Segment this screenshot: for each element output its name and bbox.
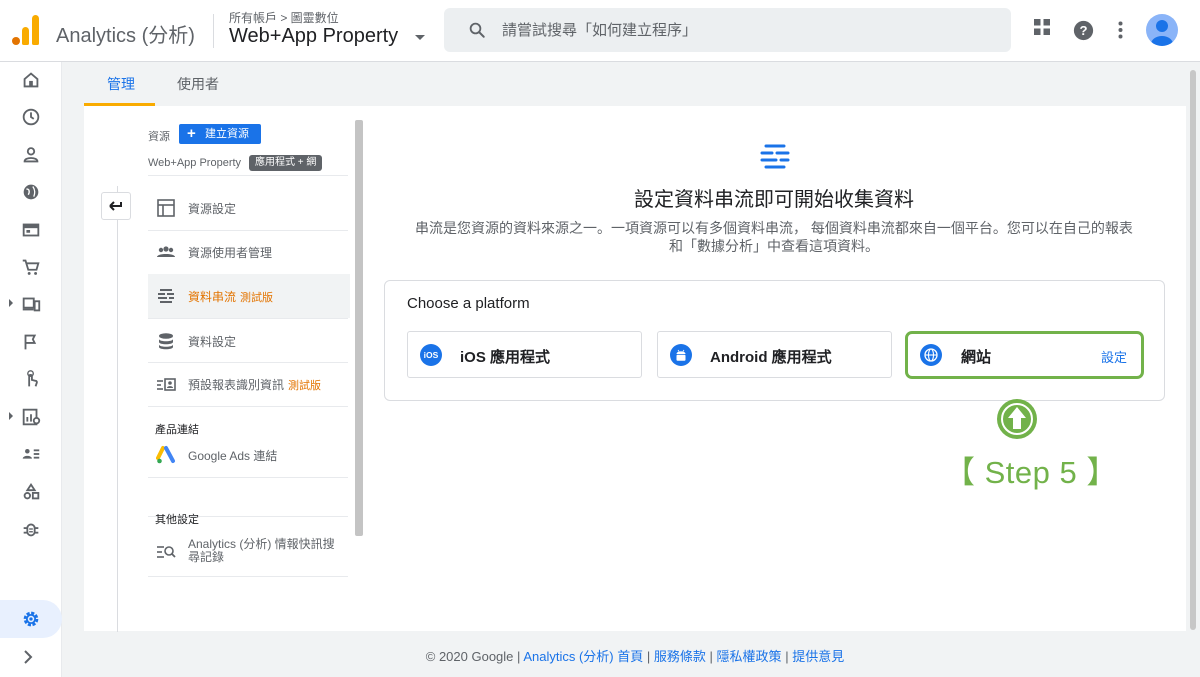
- nav-label: 預設報表識別資訊 測試版: [188, 378, 322, 392]
- debug-icon[interactable]: [20, 518, 42, 540]
- nav-label: Analytics (分析) 情報快訊搜 尋記錄: [188, 537, 335, 564]
- column-scrollbar[interactable]: [355, 120, 363, 536]
- nav-item-google-ads-links[interactable]: Google Ads 連結: [148, 433, 350, 477]
- page-scrollbar-thumb[interactable]: [1190, 70, 1196, 630]
- realtime-clock-icon[interactable]: [20, 106, 42, 128]
- setup-link[interactable]: 設定: [1101, 347, 1127, 366]
- ios-icon: iOS: [420, 344, 442, 366]
- separator: [148, 406, 348, 407]
- tab-user[interactable]: 使用者: [177, 74, 219, 94]
- platform-ios-button[interactable]: iOS iOS 應用程式: [407, 331, 642, 378]
- back-button[interactable]: [101, 192, 131, 220]
- nav-item-property-settings[interactable]: 資源設定: [148, 186, 350, 230]
- arrow-up-icon: [997, 399, 1037, 439]
- platform-android-button[interactable]: Android 應用程式: [657, 331, 892, 378]
- google-ads-icon: [156, 446, 175, 464]
- home-icon[interactable]: [20, 69, 42, 91]
- nav-label: 資料串流 測試版: [188, 290, 274, 304]
- copyright: © 2020 Google: [425, 649, 514, 664]
- footer: © 2020 Google | Analytics (分析) 首頁 | 服務條款…: [425, 649, 845, 664]
- data-streams-icon: [158, 289, 174, 303]
- step-annotation: 【 Step 5 】: [944, 455, 1118, 490]
- nav-item-data-settings[interactable]: 資料設定: [148, 319, 350, 363]
- search-history-icon: [157, 546, 176, 558]
- svg-text:?: ?: [1079, 23, 1087, 38]
- property-selector[interactable]: Web+App Property: [229, 25, 398, 48]
- nav-label: 資源使用者管理: [188, 246, 273, 260]
- title-divider: [213, 14, 214, 48]
- help-icon[interactable]: ?: [1073, 20, 1094, 41]
- tab-admin[interactable]: 管理: [107, 74, 135, 94]
- page-description: 串流是您資源的資料來源之一。一項資源可以有多個資料串流， 每個資料串流都來自一個…: [415, 220, 1133, 254]
- users-icon: [157, 246, 175, 257]
- resource-label: 資源: [148, 131, 170, 143]
- globe-icon[interactable]: [20, 181, 42, 203]
- search-bar[interactable]: [444, 8, 1011, 52]
- admin-tabs: 管理 使用者: [84, 62, 1186, 106]
- footer-link-analytics-home[interactable]: Analytics (分析) 首頁: [523, 649, 643, 664]
- left-nav-rail: [0, 62, 62, 677]
- android-icon: [670, 344, 692, 366]
- separator: [148, 175, 348, 176]
- page-title: 設定資料串流即可開始收集資料: [634, 189, 914, 211]
- beta-badge: 測試版: [288, 380, 322, 392]
- more-vert-icon[interactable]: [1118, 21, 1123, 39]
- nav-label: 資源設定: [188, 202, 237, 216]
- plus-icon: +: [187, 125, 196, 142]
- admin-settings-button[interactable]: [0, 600, 62, 638]
- cart-icon[interactable]: [20, 256, 42, 278]
- nav-item-reporting-identity[interactable]: 預設報表識別資訊 測試版: [148, 362, 350, 406]
- footer-link-feedback[interactable]: 提供意見: [792, 649, 844, 664]
- property-label: Web+App Property: [148, 157, 242, 169]
- touch-icon[interactable]: [20, 368, 42, 390]
- avatar[interactable]: [1146, 14, 1178, 46]
- column-divider: [117, 186, 118, 632]
- caret-down-icon[interactable]: [415, 35, 425, 40]
- nav-item-user-management[interactable]: 資源使用者管理: [148, 230, 350, 274]
- app-title[interactable]: Analytics (分析): [56, 19, 195, 48]
- nav-label: 資料設定: [188, 335, 237, 349]
- back-arrow-icon: [109, 201, 122, 211]
- database-icon: [159, 333, 173, 350]
- separator: [148, 576, 348, 577]
- nav-item-intelligence-history[interactable]: Analytics (分析) 情報快訊搜 尋記錄: [148, 530, 350, 576]
- nav-item-data-streams[interactable]: 資料串流 測試版: [148, 274, 350, 318]
- web-globe-icon: [920, 344, 942, 366]
- other-settings-heading: 其他設定: [155, 514, 199, 526]
- create-resource-button[interactable]: + 建立資源: [179, 124, 261, 144]
- account-breadcrumb[interactable]: 所有帳戶 > 圖靈數位: [229, 9, 339, 26]
- devices-icon[interactable]: [20, 293, 42, 315]
- data-streams-icon: [760, 144, 790, 169]
- create-resource-label: 建立資源: [205, 128, 249, 140]
- search-icon: [469, 22, 485, 38]
- property-settings-icon: [157, 199, 175, 217]
- flag-icon[interactable]: [20, 331, 42, 353]
- footer-link-privacy[interactable]: 隱私權政策: [717, 649, 782, 664]
- shapes-icon[interactable]: [20, 481, 42, 503]
- choose-platform-label: Choose a platform: [407, 295, 530, 312]
- chevron-right-icon[interactable]: [20, 648, 36, 666]
- gear-icon: [23, 611, 39, 627]
- platform-label: iOS 應用程式: [460, 349, 551, 366]
- nav-label: Google Ads 連結: [188, 449, 278, 463]
- expand-arrow-icon[interactable]: [9, 412, 13, 420]
- platform-web-button[interactable]: 網站 設定: [905, 331, 1144, 379]
- expand-arrow-icon[interactable]: [9, 299, 13, 307]
- apps-grid-icon[interactable]: [1033, 18, 1051, 36]
- analytics-logo-icon[interactable]: [12, 15, 40, 45]
- platform-label: Android 應用程式: [710, 349, 832, 366]
- acquisition-icon[interactable]: [20, 219, 42, 241]
- beta-badge: 測試版: [240, 292, 274, 304]
- top-bar: Analytics (分析) 所有帳戶 > 圖靈數位 Web+App Prope…: [0, 0, 1200, 62]
- reporting-identity-icon: [157, 378, 176, 391]
- audience-list-icon[interactable]: [20, 443, 42, 465]
- footer-link-terms[interactable]: 服務條款: [654, 649, 706, 664]
- analysis-icon[interactable]: [20, 406, 42, 428]
- platform-label: 網站: [961, 349, 992, 366]
- property-type-badge: 應用程式 + 網: [249, 155, 323, 171]
- separator: [148, 477, 348, 478]
- search-input[interactable]: [502, 8, 992, 52]
- user-icon[interactable]: [20, 144, 42, 166]
